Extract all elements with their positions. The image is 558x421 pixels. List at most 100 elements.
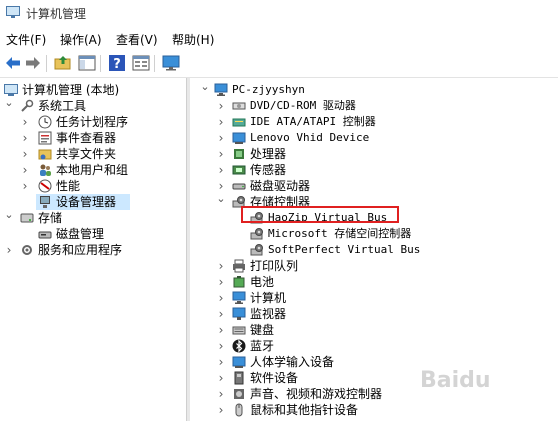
properties-icon[interactable]	[132, 54, 150, 72]
storage-icon	[20, 211, 34, 225]
collapse-arrow-icon[interactable]: ⌄	[4, 207, 14, 223]
toolbar-separator	[46, 55, 47, 72]
help-icon[interactable]: ?	[108, 54, 126, 72]
device-label: 电池	[250, 275, 275, 289]
toolbar-separator	[100, 55, 101, 72]
expand-arrow-icon[interactable]: ›	[20, 162, 30, 178]
tree-label: 设备管理器	[56, 195, 117, 209]
dvd-icon	[232, 99, 246, 113]
device-label: 键盘	[250, 323, 275, 337]
expand-arrow-icon[interactable]: ›	[216, 370, 226, 386]
menu-file[interactable]: 文件(F)	[6, 31, 46, 48]
up-folder-icon[interactable]	[54, 54, 72, 72]
expand-arrow-icon[interactable]: ›	[216, 258, 226, 274]
highlight-annotation	[241, 206, 399, 223]
expand-arrow-icon[interactable]: ›	[4, 242, 14, 258]
back-icon[interactable]	[4, 54, 22, 72]
menu-action[interactable]: 操作(A)	[60, 31, 102, 48]
tree-label: 系统工具	[38, 99, 87, 113]
expand-arrow-icon[interactable]: ›	[216, 146, 226, 162]
device-label: 软件设备	[250, 371, 299, 385]
bluetooth-icon	[232, 339, 246, 353]
menu-bar: 文件(F) 操作(A) 查看(V) 帮助(H)	[0, 28, 558, 50]
device-label: 人体学输入设备	[250, 355, 335, 369]
device-label: 传感器	[250, 163, 287, 177]
tools-icon	[20, 99, 34, 113]
tree-label: 服务和应用程序	[38, 243, 123, 257]
expand-arrow-icon[interactable]: ›	[20, 146, 30, 162]
expand-arrow-icon[interactable]: ›	[216, 306, 226, 322]
expand-arrow-icon[interactable]: ›	[216, 354, 226, 370]
collapse-arrow-icon[interactable]: ⌄	[4, 95, 14, 111]
toolbar: ?	[0, 51, 558, 78]
device-label: DVD/CD-ROM 驱动器	[250, 99, 356, 112]
device-label: 处理器	[250, 147, 287, 161]
expand-arrow-icon[interactable]: ›	[216, 98, 226, 114]
monitor-icon	[232, 307, 246, 321]
expand-arrow-icon[interactable]: ›	[216, 290, 226, 306]
tree-label: 存储	[38, 211, 63, 225]
sensor-icon	[232, 163, 246, 177]
device-label: PC-zjyyshyn	[232, 83, 305, 96]
tree-label: 磁盘管理	[56, 227, 105, 241]
services-icon	[20, 243, 34, 257]
monitor-icon[interactable]	[162, 54, 180, 72]
expand-arrow-icon[interactable]: ›	[216, 338, 226, 354]
expand-arrow-icon[interactable]: ›	[216, 322, 226, 338]
storage-controller-icon	[250, 227, 264, 241]
processor-icon	[232, 147, 246, 161]
window-title: 计算机管理	[26, 7, 87, 21]
sound-icon	[232, 387, 246, 401]
collapse-arrow-icon[interactable]: ⌄	[216, 191, 226, 207]
tree-label: 共享文件夹	[56, 147, 117, 161]
forward-icon[interactable]	[24, 54, 42, 72]
collapse-arrow-icon[interactable]: ⌄	[200, 79, 210, 95]
console-tree: 计算机管理 (本地) ⌄ 系统工具 › 任务计划程序 › 事件查看器 › 共享文件夹 › 本地用户和…	[0, 78, 186, 421]
software-device-icon	[232, 371, 246, 385]
disk-management-icon	[38, 227, 52, 241]
expand-arrow-icon[interactable]: ›	[216, 402, 226, 418]
expand-arrow-icon[interactable]: ›	[216, 130, 226, 146]
keyboard-icon	[232, 323, 246, 337]
ide-icon	[232, 115, 246, 129]
device-label: 磁盘驱动器	[250, 179, 311, 193]
svg-text:?: ?	[113, 57, 121, 72]
expand-arrow-icon[interactable]: ›	[20, 130, 30, 146]
expand-arrow-icon[interactable]: ›	[216, 274, 226, 290]
computer-management-icon	[6, 6, 20, 18]
expand-arrow-icon[interactable]: ›	[216, 386, 226, 402]
storage-controller-icon	[250, 243, 264, 257]
disk-drive-icon	[232, 179, 246, 193]
toolbar-separator	[154, 55, 155, 72]
tree-label: 本地用户和组	[56, 163, 129, 177]
performance-icon	[38, 179, 52, 193]
computer-icon	[232, 291, 246, 305]
mouse-icon	[232, 403, 246, 417]
tree-label: 性能	[56, 179, 81, 193]
hid-icon	[232, 131, 246, 145]
expand-arrow-icon[interactable]: ›	[216, 162, 226, 178]
title-bar: 计算机管理	[0, 0, 558, 26]
expand-arrow-icon[interactable]: ›	[20, 178, 30, 194]
users-icon	[38, 163, 52, 177]
expand-arrow-icon[interactable]: ›	[216, 114, 226, 130]
device-manager-icon	[38, 195, 52, 209]
task-scheduler-icon	[38, 115, 52, 129]
printer-icon	[232, 259, 246, 273]
show-hide-tree-icon[interactable]	[78, 54, 96, 72]
event-viewer-icon	[38, 131, 52, 145]
computer-icon	[214, 83, 228, 97]
device-label: 计算机	[250, 291, 287, 305]
device-label: 鼠标和其他指针设备	[250, 403, 359, 417]
menu-help[interactable]: 帮助(H)	[172, 31, 214, 48]
device-label: Microsoft 存储空间控制器	[268, 227, 412, 240]
device-label: SoftPerfect Virtual Bus	[268, 243, 421, 256]
menu-view[interactable]: 查看(V)	[116, 31, 158, 48]
watermark-logo: Baidu	[420, 368, 491, 393]
device-label: Lenovo Vhid Device	[250, 131, 370, 144]
expand-arrow-icon[interactable]: ›	[20, 114, 30, 130]
device-label: 打印队列	[250, 259, 299, 273]
device-label: IDE ATA/ATAPI 控制器	[250, 115, 376, 128]
tree-label: 事件查看器	[56, 131, 117, 145]
tree-label: 任务计划程序	[56, 115, 129, 129]
